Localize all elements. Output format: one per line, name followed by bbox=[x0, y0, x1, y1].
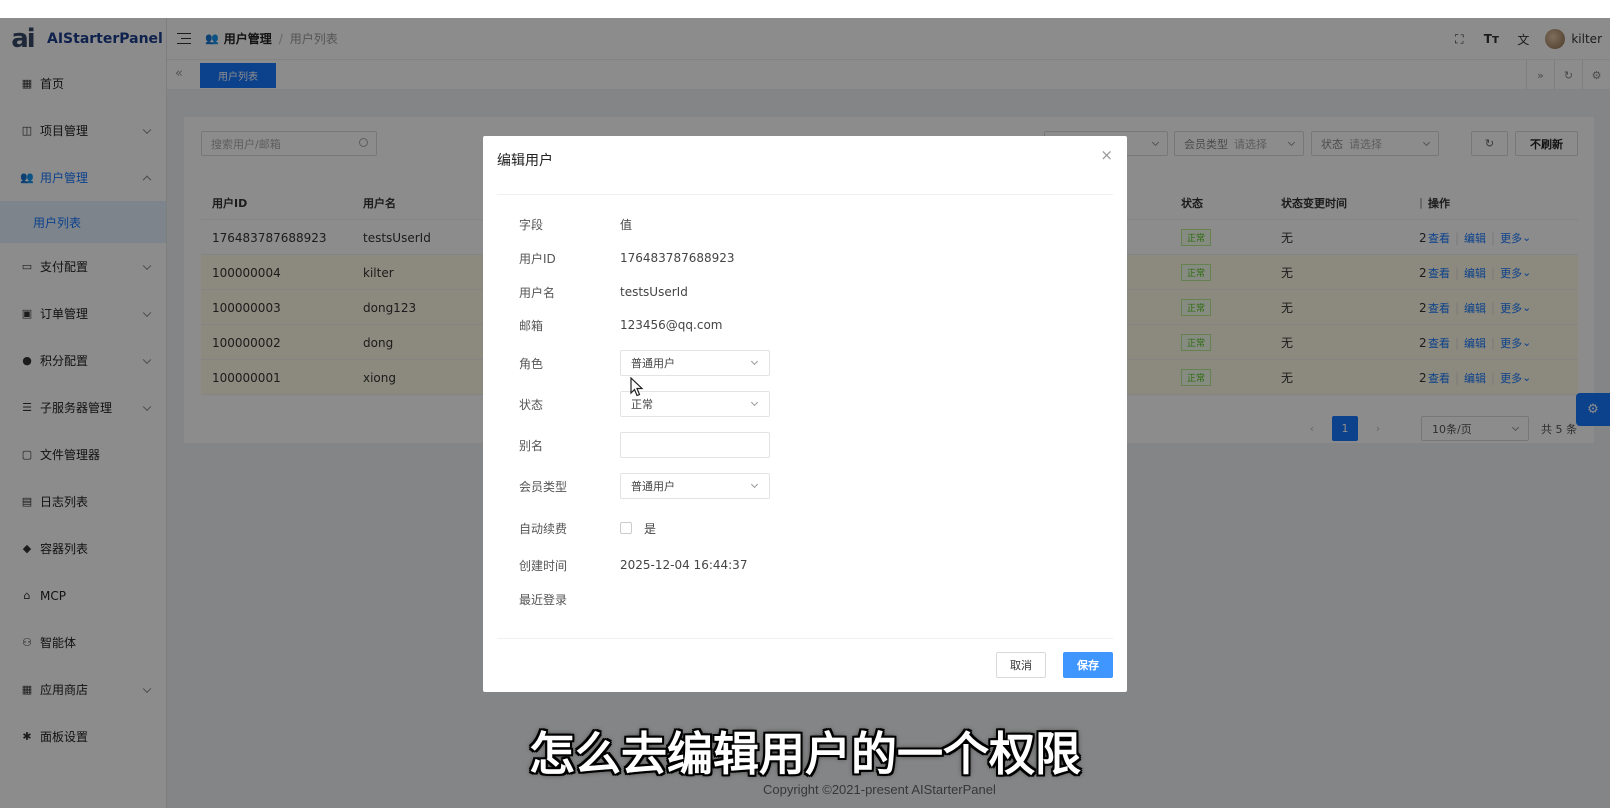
member-type-select-value: 普通用户 bbox=[631, 480, 675, 493]
auto-renew-checkbox[interactable] bbox=[620, 522, 632, 534]
close-icon[interactable]: × bbox=[1100, 146, 1113, 164]
role-select[interactable]: 普通用户 bbox=[620, 350, 770, 376]
alias-input[interactable] bbox=[620, 432, 770, 458]
modal-footer-divider bbox=[497, 638, 1113, 639]
field-member-type: 会员类型 普通用户 bbox=[519, 471, 1079, 501]
field-status: 状态 正常 bbox=[519, 389, 1079, 419]
username-label: 用户名 bbox=[519, 285, 556, 300]
username-value: testsUserId bbox=[620, 285, 688, 299]
alias-label: 别名 bbox=[519, 438, 544, 453]
field-header-row: 字段 值 bbox=[519, 209, 1079, 239]
field-header: 字段 bbox=[519, 217, 544, 232]
chevron-down-icon bbox=[750, 357, 759, 366]
edit-user-modal: 编辑用户 × 字段 值 用户ID 176483787688923 用户名 tes… bbox=[483, 136, 1127, 692]
field-last-login: 最近登录 bbox=[519, 584, 1079, 614]
status-label: 状态 bbox=[519, 397, 544, 412]
field-auto-renew: 自动续费 是 bbox=[519, 513, 1079, 543]
status-select-value: 正常 bbox=[631, 398, 653, 411]
value-header: 值 bbox=[620, 217, 633, 232]
chevron-down-icon bbox=[750, 398, 759, 407]
field-role: 角色 普通用户 bbox=[519, 348, 1079, 378]
last-login-label: 最近登录 bbox=[519, 592, 568, 607]
video-subtitle: 怎么去编辑用户的一个权限 bbox=[529, 727, 1081, 781]
email-value: 123456@qq.com bbox=[620, 318, 723, 332]
field-alias: 别名 bbox=[519, 430, 1079, 460]
modal-title: 编辑用户 bbox=[497, 153, 553, 169]
member-type-label: 会员类型 bbox=[519, 479, 568, 494]
field-created-time: 创建时间 2025-12-04 16:44:37 bbox=[519, 550, 1079, 580]
created-time-value: 2025-12-04 16:44:37 bbox=[620, 558, 748, 572]
email-label: 邮箱 bbox=[519, 318, 544, 333]
user-id-label: 用户ID bbox=[519, 251, 556, 266]
field-user-id: 用户ID 176483787688923 bbox=[519, 243, 1079, 273]
field-email: 邮箱 123456@qq.com bbox=[519, 310, 1079, 340]
field-username: 用户名 testsUserId bbox=[519, 277, 1079, 307]
modal-header-divider bbox=[497, 194, 1113, 195]
save-button[interactable]: 保存 bbox=[1063, 652, 1113, 678]
auto-renew-label: 自动续费 bbox=[519, 521, 568, 536]
user-id-value: 176483787688923 bbox=[620, 251, 735, 265]
chevron-down-icon bbox=[750, 480, 759, 489]
role-label: 角色 bbox=[519, 356, 544, 371]
member-type-select[interactable]: 普通用户 bbox=[620, 473, 770, 499]
cancel-button[interactable]: 取消 bbox=[996, 652, 1046, 678]
role-select-value: 普通用户 bbox=[631, 357, 675, 370]
created-time-label: 创建时间 bbox=[519, 558, 568, 573]
auto-renew-text[interactable]: 是 bbox=[644, 520, 656, 537]
